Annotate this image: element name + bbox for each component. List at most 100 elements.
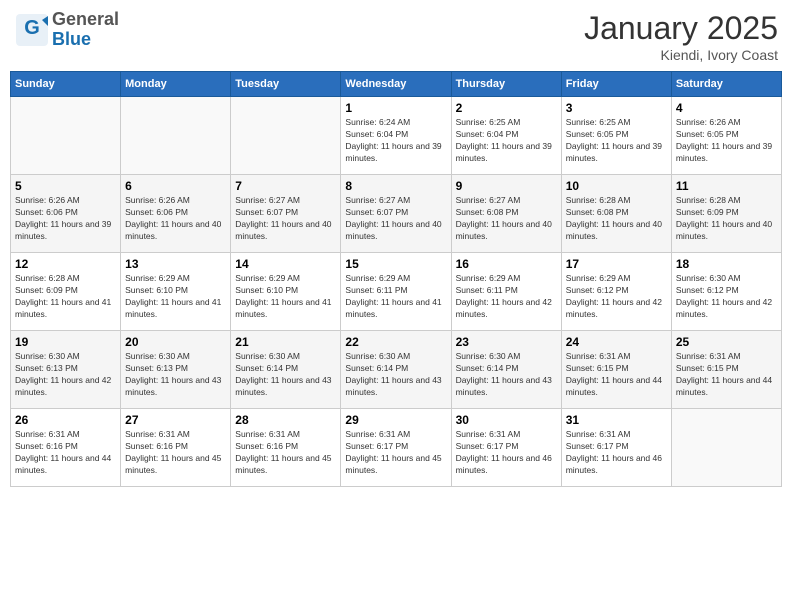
- day-info: Sunrise: 6:31 AM Sunset: 6:17 PM Dayligh…: [566, 429, 667, 477]
- day-info: Sunrise: 6:29 AM Sunset: 6:12 PM Dayligh…: [566, 273, 667, 321]
- day-number: 7: [235, 179, 336, 193]
- day-cell: 18 Sunrise: 6:30 AM Sunset: 6:12 PM Dayli…: [671, 253, 781, 331]
- day-info: Sunrise: 6:24 AM Sunset: 6:04 PM Dayligh…: [345, 117, 446, 165]
- day-info: Sunrise: 6:30 AM Sunset: 6:13 PM Dayligh…: [15, 351, 116, 399]
- day-number: 17: [566, 257, 667, 271]
- day-number: 6: [125, 179, 226, 193]
- header-cell-friday: Friday: [561, 72, 671, 97]
- day-info: Sunrise: 6:27 AM Sunset: 6:07 PM Dayligh…: [345, 195, 446, 243]
- day-cell: [231, 97, 341, 175]
- day-cell: 9 Sunrise: 6:27 AM Sunset: 6:08 PM Daylig…: [451, 175, 561, 253]
- svg-text:G: G: [24, 17, 40, 39]
- day-cell: 31 Sunrise: 6:31 AM Sunset: 6:17 PM Dayli…: [561, 409, 671, 487]
- calendar-table: SundayMondayTuesdayWednesdayThursdayFrid…: [10, 71, 782, 487]
- day-number: 20: [125, 335, 226, 349]
- day-info: Sunrise: 6:29 AM Sunset: 6:11 PM Dayligh…: [345, 273, 446, 321]
- day-number: 15: [345, 257, 446, 271]
- day-info: Sunrise: 6:31 AM Sunset: 6:17 PM Dayligh…: [456, 429, 557, 477]
- day-number: 31: [566, 413, 667, 427]
- day-number: 19: [15, 335, 116, 349]
- day-number: 21: [235, 335, 336, 349]
- day-cell: 27 Sunrise: 6:31 AM Sunset: 6:16 PM Dayli…: [121, 409, 231, 487]
- header-cell-wednesday: Wednesday: [341, 72, 451, 97]
- week-row-5: 26 Sunrise: 6:31 AM Sunset: 6:16 PM Dayli…: [11, 409, 782, 487]
- week-row-1: 1 Sunrise: 6:24 AM Sunset: 6:04 PM Daylig…: [11, 97, 782, 175]
- day-info: Sunrise: 6:31 AM Sunset: 6:17 PM Dayligh…: [345, 429, 446, 477]
- day-number: 27: [125, 413, 226, 427]
- day-number: 28: [235, 413, 336, 427]
- day-number: 8: [345, 179, 446, 193]
- day-info: Sunrise: 6:31 AM Sunset: 6:15 PM Dayligh…: [676, 351, 777, 399]
- day-info: Sunrise: 6:31 AM Sunset: 6:16 PM Dayligh…: [235, 429, 336, 477]
- day-cell: 1 Sunrise: 6:24 AM Sunset: 6:04 PM Daylig…: [341, 97, 451, 175]
- calendar-title: January 2025: [584, 10, 778, 47]
- day-info: Sunrise: 6:30 AM Sunset: 6:13 PM Dayligh…: [125, 351, 226, 399]
- day-number: 30: [456, 413, 557, 427]
- day-cell: 25 Sunrise: 6:31 AM Sunset: 6:15 PM Dayli…: [671, 331, 781, 409]
- day-info: Sunrise: 6:28 AM Sunset: 6:08 PM Dayligh…: [566, 195, 667, 243]
- day-info: Sunrise: 6:31 AM Sunset: 6:15 PM Dayligh…: [566, 351, 667, 399]
- day-cell: 15 Sunrise: 6:29 AM Sunset: 6:11 PM Dayli…: [341, 253, 451, 331]
- day-number: 23: [456, 335, 557, 349]
- day-number: 22: [345, 335, 446, 349]
- day-number: 18: [676, 257, 777, 271]
- day-number: 11: [676, 179, 777, 193]
- day-cell: 22 Sunrise: 6:30 AM Sunset: 6:14 PM Dayli…: [341, 331, 451, 409]
- day-cell: [671, 409, 781, 487]
- calendar-location: Kiendi, Ivory Coast: [584, 47, 778, 63]
- day-info: Sunrise: 6:29 AM Sunset: 6:10 PM Dayligh…: [235, 273, 336, 321]
- day-number: 26: [15, 413, 116, 427]
- day-cell: 30 Sunrise: 6:31 AM Sunset: 6:17 PM Dayli…: [451, 409, 561, 487]
- day-info: Sunrise: 6:30 AM Sunset: 6:12 PM Dayligh…: [676, 273, 777, 321]
- day-cell: 23 Sunrise: 6:30 AM Sunset: 6:14 PM Dayli…: [451, 331, 561, 409]
- day-info: Sunrise: 6:25 AM Sunset: 6:05 PM Dayligh…: [566, 117, 667, 165]
- day-info: Sunrise: 6:29 AM Sunset: 6:10 PM Dayligh…: [125, 273, 226, 321]
- week-row-2: 5 Sunrise: 6:26 AM Sunset: 6:06 PM Daylig…: [11, 175, 782, 253]
- day-number: 9: [456, 179, 557, 193]
- day-cell: 5 Sunrise: 6:26 AM Sunset: 6:06 PM Daylig…: [11, 175, 121, 253]
- day-number: 12: [15, 257, 116, 271]
- day-number: 4: [676, 101, 777, 115]
- calendar-header: SundayMondayTuesdayWednesdayThursdayFrid…: [11, 72, 782, 97]
- day-info: Sunrise: 6:28 AM Sunset: 6:09 PM Dayligh…: [676, 195, 777, 243]
- day-cell: 10Sunrise: 6:28 AM Sunset: 6:08 PM Dayli…: [561, 175, 671, 253]
- day-info: Sunrise: 6:28 AM Sunset: 6:09 PM Dayligh…: [15, 273, 116, 321]
- day-cell: 29Sunrise: 6:31 AM Sunset: 6:17 PM Dayli…: [341, 409, 451, 487]
- day-info: Sunrise: 6:27 AM Sunset: 6:07 PM Dayligh…: [235, 195, 336, 243]
- day-cell: 17 Sunrise: 6:29 AM Sunset: 6:12 PM Dayli…: [561, 253, 671, 331]
- day-number: 1: [345, 101, 446, 115]
- day-number: 2: [456, 101, 557, 115]
- day-cell: [11, 97, 121, 175]
- header-cell-tuesday: Tuesday: [231, 72, 341, 97]
- logo-icon: G: [14, 12, 50, 48]
- day-number: 24: [566, 335, 667, 349]
- header-cell-monday: Monday: [121, 72, 231, 97]
- week-row-3: 12 Sunrise: 6:28 AM Sunset: 6:09 PM Dayli…: [11, 253, 782, 331]
- day-info: Sunrise: 6:30 AM Sunset: 6:14 PM Dayligh…: [345, 351, 446, 399]
- day-number: 25: [676, 335, 777, 349]
- day-number: 5: [15, 179, 116, 193]
- day-info: Sunrise: 6:30 AM Sunset: 6:14 PM Dayligh…: [456, 351, 557, 399]
- day-info: Sunrise: 6:26 AM Sunset: 6:05 PM Dayligh…: [676, 117, 777, 165]
- day-info: Sunrise: 6:30 AM Sunset: 6:14 PM Dayligh…: [235, 351, 336, 399]
- day-cell: 19 Sunrise: 6:30 AM Sunset: 6:13 PM Dayli…: [11, 331, 121, 409]
- week-row-4: 19 Sunrise: 6:30 AM Sunset: 6:13 PM Dayli…: [11, 331, 782, 409]
- day-number: 16: [456, 257, 557, 271]
- header-cell-saturday: Saturday: [671, 72, 781, 97]
- day-cell: 24 Sunrise: 6:31 AM Sunset: 6:15 PM Dayli…: [561, 331, 671, 409]
- day-info: Sunrise: 6:27 AM Sunset: 6:08 PM Dayligh…: [456, 195, 557, 243]
- day-info: Sunrise: 6:31 AM Sunset: 6:16 PM Dayligh…: [125, 429, 226, 477]
- day-info: Sunrise: 6:31 AM Sunset: 6:16 PM Dayligh…: [15, 429, 116, 477]
- day-number: 3: [566, 101, 667, 115]
- day-cell: 21 Sunrise: 6:30 AM Sunset: 6:14 PM Dayli…: [231, 331, 341, 409]
- day-cell: 4 Sunrise: 6:26 AM Sunset: 6:05 PM Daylig…: [671, 97, 781, 175]
- day-cell: 28 Sunrise: 6:31 AM Sunset: 6:16 PM Dayli…: [231, 409, 341, 487]
- day-cell: 26 Sunrise: 6:31 AM Sunset: 6:16 PM Dayli…: [11, 409, 121, 487]
- day-info: Sunrise: 6:26 AM Sunset: 6:06 PM Dayligh…: [15, 195, 116, 243]
- day-cell: 8 Sunrise: 6:27 AM Sunset: 6:07 PM Daylig…: [341, 175, 451, 253]
- day-info: Sunrise: 6:26 AM Sunset: 6:06 PM Dayligh…: [125, 195, 226, 243]
- day-cell: 16Sunrise: 6:29 AM Sunset: 6:11 PM Dayli…: [451, 253, 561, 331]
- header-row: SundayMondayTuesdayWednesdayThursdayFrid…: [11, 72, 782, 97]
- logo: G General Blue: [14, 10, 119, 50]
- day-cell: 14Sunrise: 6:29 AM Sunset: 6:10 PM Dayli…: [231, 253, 341, 331]
